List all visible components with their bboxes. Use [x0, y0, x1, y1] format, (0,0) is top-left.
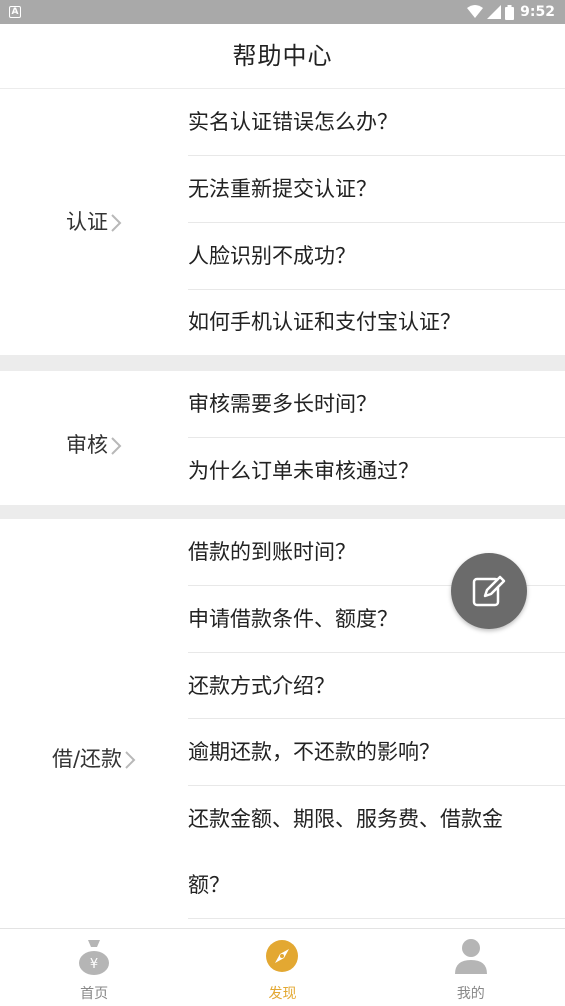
status-bar: A 9:52: [0, 0, 565, 24]
faq-question: 审核需要多长时间？: [188, 392, 377, 416]
category-label: 认证: [66, 210, 108, 234]
user-icon: [454, 939, 487, 974]
faq-item[interactable]: 为什么订单未审核通过？: [188, 438, 565, 505]
faq-item[interactable]: 还款金额、期限、服务费、借款金 额？: [188, 786, 565, 919]
faq-item[interactable]: 如何手机认证和支付宝认证？: [188, 290, 565, 355]
battery-icon: [505, 4, 515, 20]
chevron-right-icon: [111, 437, 122, 455]
faq-question: 还款方式介绍？: [188, 674, 335, 698]
money-bag-icon: ¥: [79, 940, 110, 975]
faq-question: 人脸识别不成功？: [188, 244, 356, 268]
signal-icon: [487, 5, 502, 19]
faq-question: 为什么订单未审核通过？: [188, 459, 419, 483]
faq-question: 还款金额、期限、服务费、借款金: [188, 807, 503, 831]
nav-discover[interactable]: 发现: [188, 929, 376, 1006]
edit-icon: [472, 575, 506, 607]
chevron-right-icon: [125, 751, 136, 769]
faq-item[interactable]: 实名认证错误怎么办？: [188, 89, 565, 156]
faq-question-continued: 额？: [188, 873, 230, 897]
faq-item[interactable]: 人脸识别不成功？: [188, 223, 565, 290]
faq-question: 逾期还款，不还款的影响？: [188, 740, 440, 764]
faq-item[interactable]: 还款方式介绍？: [188, 653, 565, 719]
page-title: 帮助中心: [232, 42, 333, 70]
nav-label: 我的: [456, 986, 485, 1002]
nav-label: 首页: [80, 986, 109, 1002]
edit-fab-button[interactable]: [451, 553, 527, 629]
category-label: 借/还款: [51, 747, 123, 771]
category-label: 审核: [66, 433, 108, 457]
status-time: 9:52: [520, 4, 555, 20]
notification-icon: A: [9, 6, 21, 18]
faq-question: 无法重新提交认证？: [188, 177, 377, 201]
section-divider: [0, 355, 565, 371]
faq-item[interactable]: 逾期还款，不还款的影响？: [188, 719, 565, 786]
bottom-nav: ¥ 首页 发现 我的: [0, 928, 565, 1006]
faq-question: 如何手机认证和支付宝认证？: [188, 310, 461, 334]
nav-mine[interactable]: 我的: [377, 929, 565, 1006]
faq-question: 实名认证错误怎么办？: [188, 110, 398, 134]
nav-home[interactable]: ¥ 首页: [0, 929, 188, 1006]
nav-label: 发现: [268, 986, 297, 1002]
wifi-icon: [467, 5, 484, 18]
section-divider: [0, 505, 565, 519]
category-loan-repayment[interactable]: 借/还款: [0, 744, 188, 774]
category-verification[interactable]: 认证: [0, 207, 188, 237]
page-header: 帮助中心: [0, 24, 565, 89]
chevron-right-icon: [111, 214, 122, 232]
compass-icon: [266, 940, 299, 972]
faq-item[interactable]: 审核需要多长时间？: [188, 371, 565, 438]
section-review: 审核 审核需要多长时间？ 为什么订单未审核通过？: [0, 371, 565, 505]
category-review[interactable]: 审核: [0, 430, 188, 460]
section-verification: 认证 实名认证错误怎么办？ 无法重新提交认证？ 人脸识别不成功？ 如何手机认证和…: [0, 89, 565, 355]
faq-item[interactable]: 无法重新提交认证？: [188, 156, 565, 223]
svg-text:¥: ¥: [90, 957, 98, 972]
